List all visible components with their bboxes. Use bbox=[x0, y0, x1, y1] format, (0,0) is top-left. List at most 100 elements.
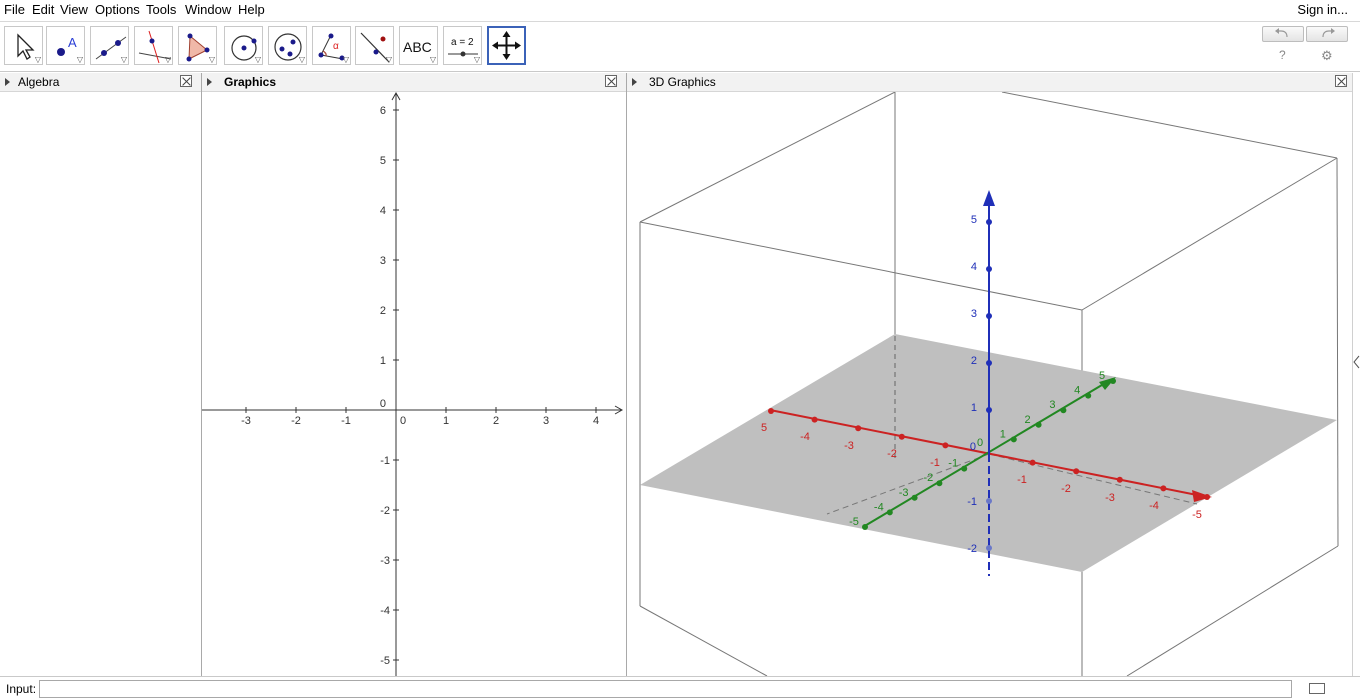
undo-button[interactable] bbox=[1262, 26, 1304, 42]
point-tool-button[interactable]: A ▽ bbox=[46, 26, 85, 65]
menu-options[interactable]: Options bbox=[95, 2, 140, 17]
x-axis-point bbox=[898, 433, 905, 440]
y-axis-label: 4 bbox=[1074, 385, 1080, 397]
x-axis-label: -5 bbox=[1192, 509, 1202, 521]
y-axis-point bbox=[1085, 392, 1092, 399]
z-axis-point bbox=[986, 313, 992, 319]
circle-tool-button[interactable]: ▽ bbox=[224, 26, 263, 65]
y-axis-label: -3 bbox=[899, 487, 909, 499]
x-axis-point bbox=[1073, 468, 1080, 475]
graphics3d-panel-header: 3D Graphics bbox=[627, 73, 1353, 92]
y-axis-label: -2 bbox=[924, 472, 934, 484]
y-tick-label: -3 bbox=[380, 555, 390, 567]
perpendicular-tool-button[interactable]: ▽ bbox=[134, 26, 173, 65]
graphics-view[interactable]: -3 -2 -1 0 1 2 3 4 6 5 4 3 2 1 0 -1 -2 -3 -4 -5 bbox=[202, 92, 626, 676]
z-axis-point bbox=[986, 545, 992, 551]
y-axis-label: 1 bbox=[1000, 428, 1006, 440]
y-tick-label: -5 bbox=[380, 655, 390, 667]
z-axis-point bbox=[986, 360, 992, 366]
line-tool-button[interactable]: ▽ bbox=[90, 26, 129, 65]
y-tick-label: -4 bbox=[380, 605, 390, 617]
undo-icon bbox=[1275, 28, 1288, 38]
move-graphics-view-icon bbox=[492, 31, 521, 60]
menu-bar: File Edit View Options Tools Window Help… bbox=[0, 0, 1360, 22]
x-tick-label: -2 bbox=[291, 415, 301, 427]
slider-tool-label: a = 2 bbox=[451, 37, 474, 48]
expand-arrow-icon[interactable] bbox=[632, 78, 637, 86]
text-tool-button[interactable]: ABC ▽ bbox=[399, 26, 438, 65]
y-axis-point bbox=[862, 524, 868, 530]
sign-in-link[interactable]: Sign in... bbox=[1297, 2, 1348, 17]
input-help-icon[interactable] bbox=[1309, 683, 1325, 694]
x-tick-label: -1 bbox=[341, 415, 351, 427]
z-axis-label: 3 bbox=[971, 308, 977, 320]
menu-edit[interactable]: Edit bbox=[32, 2, 54, 17]
z-axis-label: -1 bbox=[967, 496, 977, 508]
y-axis-point bbox=[936, 480, 943, 487]
y-tick-label: 6 bbox=[380, 105, 386, 117]
slider-tool-button[interactable]: a = 2 ▽ bbox=[443, 26, 482, 65]
x-tick-label: 4 bbox=[593, 415, 599, 427]
expand-arrow-icon[interactable] bbox=[207, 78, 212, 86]
z-axis-label: 4 bbox=[971, 261, 977, 273]
menu-view[interactable]: View bbox=[60, 2, 88, 17]
angle-tool-button[interactable]: α ▽ bbox=[312, 26, 351, 65]
x-axis-point bbox=[942, 442, 949, 449]
close-icon[interactable] bbox=[605, 75, 617, 87]
menu-window[interactable]: Window bbox=[185, 2, 231, 17]
y-tick-label: 2 bbox=[380, 305, 386, 317]
x-axis-point bbox=[1160, 485, 1167, 492]
help-icon[interactable]: ? bbox=[1279, 48, 1286, 62]
algebra-view[interactable] bbox=[0, 92, 201, 676]
z-axis-point bbox=[986, 498, 992, 504]
x-tick-label: 0 bbox=[400, 415, 406, 427]
close-icon[interactable] bbox=[1335, 75, 1347, 87]
menu-file[interactable]: File bbox=[4, 2, 25, 17]
z-axis-arrow-icon bbox=[983, 190, 995, 206]
x-axis-label: -3 bbox=[1105, 492, 1115, 504]
y-tick-label: -1 bbox=[380, 455, 390, 467]
y-axis-point bbox=[886, 509, 893, 516]
input-label: Input: bbox=[6, 682, 37, 696]
x-axis-label: -2 bbox=[887, 448, 897, 460]
z-axis-point bbox=[986, 266, 992, 272]
close-icon[interactable] bbox=[180, 75, 192, 87]
menu-help[interactable]: Help bbox=[238, 2, 265, 17]
collapse-arrow-icon[interactable] bbox=[1353, 355, 1360, 369]
x-axis-label: -3 bbox=[844, 440, 854, 452]
reflect-tool-button[interactable]: ▽ bbox=[355, 26, 394, 65]
y-tick-label: 0 bbox=[380, 398, 386, 410]
x-axis-label: -4 bbox=[800, 431, 810, 443]
y-axis-label: 2 bbox=[1025, 414, 1031, 426]
ellipse-tool-button[interactable]: ▽ bbox=[268, 26, 307, 65]
y-axis-point bbox=[1110, 378, 1116, 384]
graphics-3d-view[interactable]: 5 -4 -3 -2 -1 -1 -2 -3 -4 -5 -5 -4 -3 -2 -1 0 1 2 3 4 5 5 4 3 2 1… bbox=[627, 92, 1352, 676]
panel-title: Algebra bbox=[18, 75, 60, 89]
x-axis-point bbox=[855, 425, 862, 432]
move-tool-button[interactable]: ▽ bbox=[4, 26, 43, 65]
y-axis-point bbox=[911, 494, 918, 501]
y-axis-point bbox=[1060, 407, 1067, 414]
y-tick-label: 5 bbox=[380, 155, 386, 167]
svg-text:A: A bbox=[68, 35, 77, 50]
menu-tools[interactable]: Tools bbox=[146, 2, 176, 17]
y-axis-label: -4 bbox=[874, 501, 884, 513]
expand-arrow-icon[interactable] bbox=[5, 78, 10, 86]
y-axis-label: 5 bbox=[1099, 370, 1105, 382]
move-graphics-tool-button[interactable] bbox=[487, 26, 526, 65]
y-axis-point bbox=[1035, 421, 1042, 428]
redo-button[interactable] bbox=[1306, 26, 1348, 42]
x-axis-label: -2 bbox=[1061, 483, 1071, 495]
panel-title: 3D Graphics bbox=[649, 75, 716, 89]
x-tick-label: -3 bbox=[241, 415, 251, 427]
z-axis-label: 5 bbox=[971, 214, 977, 226]
algebra-panel-header: Algebra bbox=[0, 73, 201, 92]
panel-title: Graphics bbox=[224, 75, 277, 89]
y-axis-point bbox=[961, 465, 968, 472]
polygon-tool-button[interactable]: ▽ bbox=[178, 26, 217, 65]
settings-gear-icon[interactable]: ⚙ bbox=[1321, 48, 1333, 64]
x-axis-point bbox=[1204, 494, 1210, 500]
y-axis-label: -1 bbox=[948, 458, 958, 470]
input-field[interactable] bbox=[39, 680, 1292, 698]
y-tick-label: 4 bbox=[380, 205, 386, 217]
